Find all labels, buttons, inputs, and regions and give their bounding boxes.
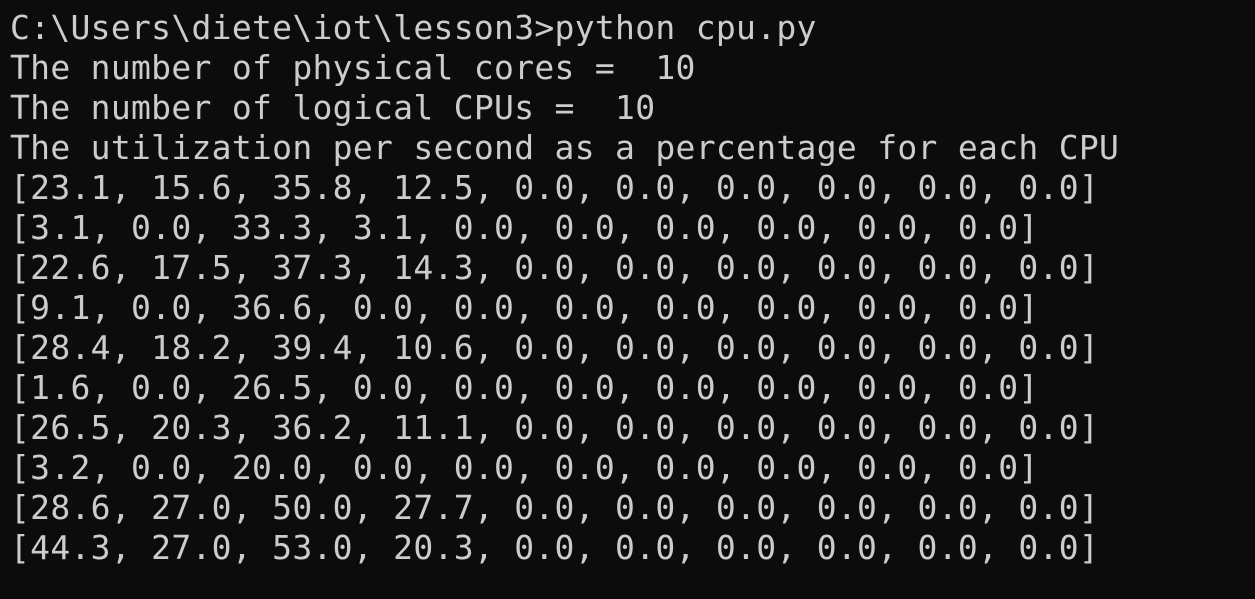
- physical-cores-output: The number of physical cores = 10: [10, 48, 696, 87]
- utilization-row: [44.3, 27.0, 53.0, 20.3, 0.0, 0.0, 0.0, …: [10, 528, 1100, 567]
- utilization-row: [3.1, 0.0, 33.3, 3.1, 0.0, 0.0, 0.0, 0.0…: [10, 208, 1039, 247]
- utilization-row: [1.6, 0.0, 26.5, 0.0, 0.0, 0.0, 0.0, 0.0…: [10, 368, 1039, 407]
- utilization-heading-output: The utilization per second as a percenta…: [10, 128, 1120, 167]
- logical-cpus-output: The number of logical CPUs = 10: [10, 88, 656, 127]
- utilization-row: [23.1, 15.6, 35.8, 12.5, 0.0, 0.0, 0.0, …: [10, 168, 1100, 207]
- utilization-row: [9.1, 0.0, 36.6, 0.0, 0.0, 0.0, 0.0, 0.0…: [10, 288, 1039, 327]
- utilization-row: [28.6, 27.0, 50.0, 27.7, 0.0, 0.0, 0.0, …: [10, 488, 1100, 527]
- utilization-row: [22.6, 17.5, 37.3, 14.3, 0.0, 0.0, 0.0, …: [10, 248, 1100, 287]
- terminal-window[interactable]: C:\Users\diete\iot\lesson3>python cpu.py…: [0, 0, 1255, 599]
- command-prompt-line: C:\Users\diete\iot\lesson3>python cpu.py: [10, 8, 817, 47]
- utilization-row: [28.4, 18.2, 39.4, 10.6, 0.0, 0.0, 0.0, …: [10, 328, 1100, 367]
- utilization-row: [26.5, 20.3, 36.2, 11.1, 0.0, 0.0, 0.0, …: [10, 408, 1100, 447]
- utilization-row: [3.2, 0.0, 20.0, 0.0, 0.0, 0.0, 0.0, 0.0…: [10, 448, 1039, 487]
